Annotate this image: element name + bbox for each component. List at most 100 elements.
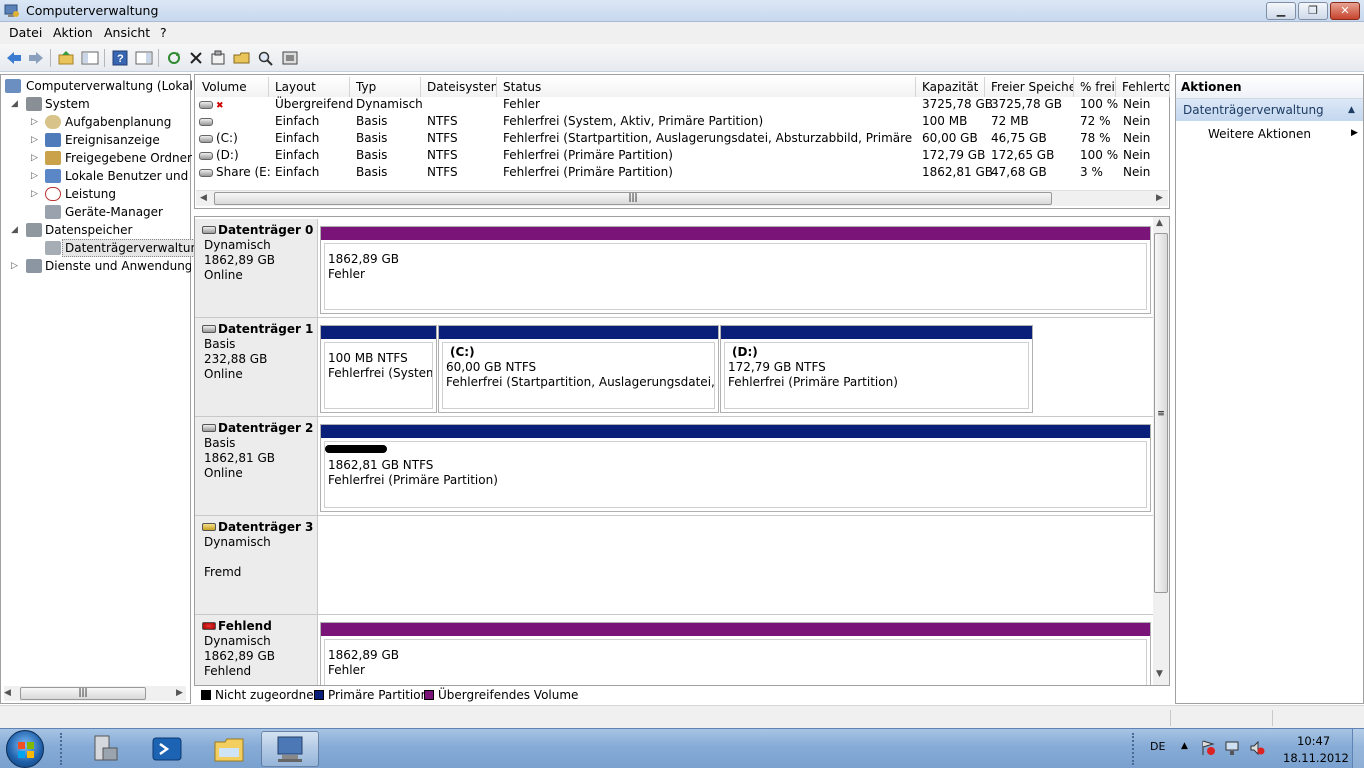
column-volume[interactable]: Volume [196, 77, 269, 97]
computer-management-taskbar-icon[interactable] [261, 731, 319, 767]
disk-info: Datenträger 0 Dynamisch 1862,89 GB Onlin… [195, 219, 318, 317]
primary-partition-bar [721, 326, 1032, 339]
partition-spanned[interactable]: 1862,89 GB Fehler [320, 226, 1151, 314]
tree-item-datenspeicher[interactable]: ◢ Datenspeicher [1, 221, 191, 239]
volume-muted-icon[interactable] [1249, 740, 1265, 759]
close-button[interactable]: ✕ [1330, 2, 1360, 20]
tree-item-system[interactable]: ◢ System [1, 95, 191, 113]
menu-aktion[interactable]: Aktion [53, 25, 93, 40]
partition-d[interactable]: (D:) 172,79 GB NTFS Fehlerfrei (Primäre Pa… [720, 325, 1033, 413]
clock-date[interactable]: 18.11.2012 [1283, 751, 1349, 765]
table-row[interactable]: ✖ Übergreifend Dynamisch Fehler 3725,78 … [195, 96, 1170, 113]
tree-item-lokale-benutzer[interactable]: ▷ Lokale Benutzer und Gru [1, 167, 191, 185]
table-row[interactable]: (C:) Einfach Basis NTFS Fehlerfrei (Star… [195, 130, 1170, 147]
expand-arrow-icon[interactable]: ▷ [31, 113, 41, 131]
expand-arrow-icon[interactable]: ▷ [31, 185, 41, 203]
tree-item-leistung[interactable]: ▷ Leistung [1, 185, 191, 203]
language-indicator[interactable]: DE [1150, 740, 1165, 753]
tree-item-geraete-manager[interactable]: Geräte-Manager [1, 203, 191, 221]
help-icon[interactable]: ? [110, 48, 130, 68]
scroll-right-icon[interactable]: ▶ [1156, 193, 1163, 203]
clock-time[interactable]: 10:47 [1297, 734, 1330, 748]
maximize-button[interactable]: ❐ [1298, 2, 1328, 20]
partition-missing[interactable]: 1862,89 GB Fehler [320, 622, 1151, 685]
search-icon[interactable] [256, 48, 276, 68]
properties-icon[interactable] [208, 48, 228, 68]
delete-icon[interactable] [186, 48, 206, 68]
scroll-down-icon[interactable]: ▼ [1156, 669, 1163, 679]
expand-arrow-icon[interactable]: ▷ [31, 149, 41, 167]
console-tree-icon[interactable] [80, 48, 100, 68]
column-typ[interactable]: Typ [350, 77, 421, 97]
open-folder-icon[interactable] [232, 48, 252, 68]
partition-share-e[interactable]: 1862,81 GB NTFS Fehlerfrei (Primäre Parti… [320, 424, 1151, 512]
column-layout[interactable]: Layout [269, 77, 350, 97]
disk-row-1[interactable]: Datenträger 1 Basis 232,88 GB Online 100… [195, 318, 1155, 417]
explorer-folder-icon[interactable] [200, 731, 258, 767]
menu-ansicht[interactable]: Ansicht [104, 25, 150, 40]
action-center-icon[interactable] [1200, 740, 1216, 759]
title-bar: Computerverwaltung ▁ ❐ ✕ [0, 0, 1364, 22]
expand-arrow-icon[interactable]: ▷ [31, 167, 41, 185]
disk-row-3[interactable]: Datenträger 3 Dynamisch Fremd [195, 516, 1155, 615]
start-button[interactable] [6, 730, 44, 768]
tree-item-freigegebene-ordner[interactable]: ▷ Freigegebene Ordner [1, 149, 192, 167]
collapse-arrow-icon[interactable]: ◢ [11, 221, 21, 239]
table-row[interactable]: (D:) Einfach Basis NTFS Fehlerfrei (Prim… [195, 147, 1170, 164]
scroll-thumb[interactable]: ≡ [1154, 233, 1168, 593]
scroll-up-icon[interactable]: ▲ [1156, 218, 1163, 228]
network-icon[interactable] [1224, 740, 1240, 759]
column-status[interactable]: Status [497, 77, 916, 97]
column-kapazitaet[interactable]: Kapazität [916, 77, 985, 97]
column-freier-speicher[interactable]: Freier Speicher [985, 77, 1074, 97]
tree-item-datentraegerverwaltung[interactable]: Datenträgerverwaltung [1, 239, 209, 257]
forward-arrow-icon[interactable] [26, 48, 46, 68]
up-folder-icon[interactable] [56, 48, 76, 68]
scroll-left-icon[interactable]: ◀ [4, 688, 11, 698]
scroll-left-icon[interactable]: ◀ [200, 193, 207, 203]
tree-item-ereignisanzeige[interactable]: ▷ Ereignisanzeige [1, 131, 191, 149]
minimize-button[interactable]: ▁ [1266, 2, 1296, 20]
list-horizontal-scrollbar[interactable]: ◀ ||| ▶ [196, 190, 1168, 206]
tree-item-aufgabenplanung[interactable]: ▷ Aufgabenplanung [1, 113, 191, 131]
show-hidden-icons[interactable]: ▲ [1181, 741, 1188, 751]
action-pane-icon[interactable] [134, 48, 154, 68]
disk-graphical-view: Datenträger 0 Dynamisch 1862,89 GB Onlin… [194, 216, 1170, 686]
table-row[interactable]: Share (E:) Einfach Basis NTFS Fehlerfrei… [195, 164, 1170, 181]
server-manager-icon[interactable] [76, 731, 134, 767]
show-desktop-button[interactable] [1352, 729, 1364, 768]
back-arrow-icon[interactable] [4, 48, 24, 68]
scroll-thumb[interactable]: ||| [214, 192, 1052, 205]
tree-item-computerverwaltung[interactable]: Computerverwaltung (Lokal) [1, 77, 198, 95]
column-fehlertoleranz[interactable]: Fehlertol [1116, 77, 1170, 97]
services-icon [26, 259, 42, 273]
tree-item-dienste[interactable]: ▷ Dienste und Anwendungen [1, 257, 191, 275]
collapse-arrow-icon[interactable]: ◢ [11, 95, 21, 113]
menu-datei[interactable]: Datei [9, 25, 42, 40]
table-row[interactable]: Einfach Basis NTFS Fehlerfrei (System, A… [195, 113, 1170, 130]
scroll-thumb[interactable]: ||| [20, 687, 146, 700]
settings-icon[interactable] [280, 48, 300, 68]
scroll-right-icon[interactable]: ▶ [176, 688, 183, 698]
partition-c[interactable]: (C:) 60,00 GB NTFS Fehlerfrei (Startpartit… [438, 325, 719, 413]
graph-vertical-scrollbar[interactable]: ▲ ≡ ▼ [1153, 217, 1169, 685]
expand-arrow-icon[interactable]: ▷ [31, 131, 41, 149]
disk-row-0[interactable]: Datenträger 0 Dynamisch 1862,89 GB Onlin… [195, 219, 1155, 318]
collapse-up-icon[interactable]: ▲ [1348, 99, 1355, 121]
tree-horizontal-scrollbar[interactable]: ◀ ||| ▶ [4, 686, 186, 701]
disk-row-2[interactable]: Datenträger 2 Basis 1862,81 GB Online 18… [195, 417, 1155, 516]
primary-partition-bar [321, 425, 1150, 438]
expand-arrow-icon[interactable]: ▷ [11, 257, 21, 275]
refresh-icon[interactable] [164, 48, 184, 68]
actions-section-disk-management[interactable]: Datenträgerverwaltung ▲ [1176, 99, 1363, 121]
partition-system-reserved[interactable]: 100 MB NTFSFehlerfrei (System, Aktiv, Pr… [320, 325, 437, 413]
drive-icon [199, 113, 267, 130]
disk-row-missing[interactable]: Fehlend Dynamisch 1862,89 GB Fehlend 186… [195, 615, 1155, 685]
powershell-icon[interactable] [138, 731, 196, 767]
menu-help[interactable]: ? [160, 25, 167, 40]
more-actions-link[interactable]: Weitere Aktionen [1208, 123, 1311, 145]
tray-grip [1132, 733, 1136, 765]
disk-info: Datenträger 1 Basis 232,88 GB Online [195, 318, 318, 416]
column-dateisystem[interactable]: Dateisystem [421, 77, 497, 97]
column-prozent-frei[interactable]: % frei [1074, 77, 1116, 97]
